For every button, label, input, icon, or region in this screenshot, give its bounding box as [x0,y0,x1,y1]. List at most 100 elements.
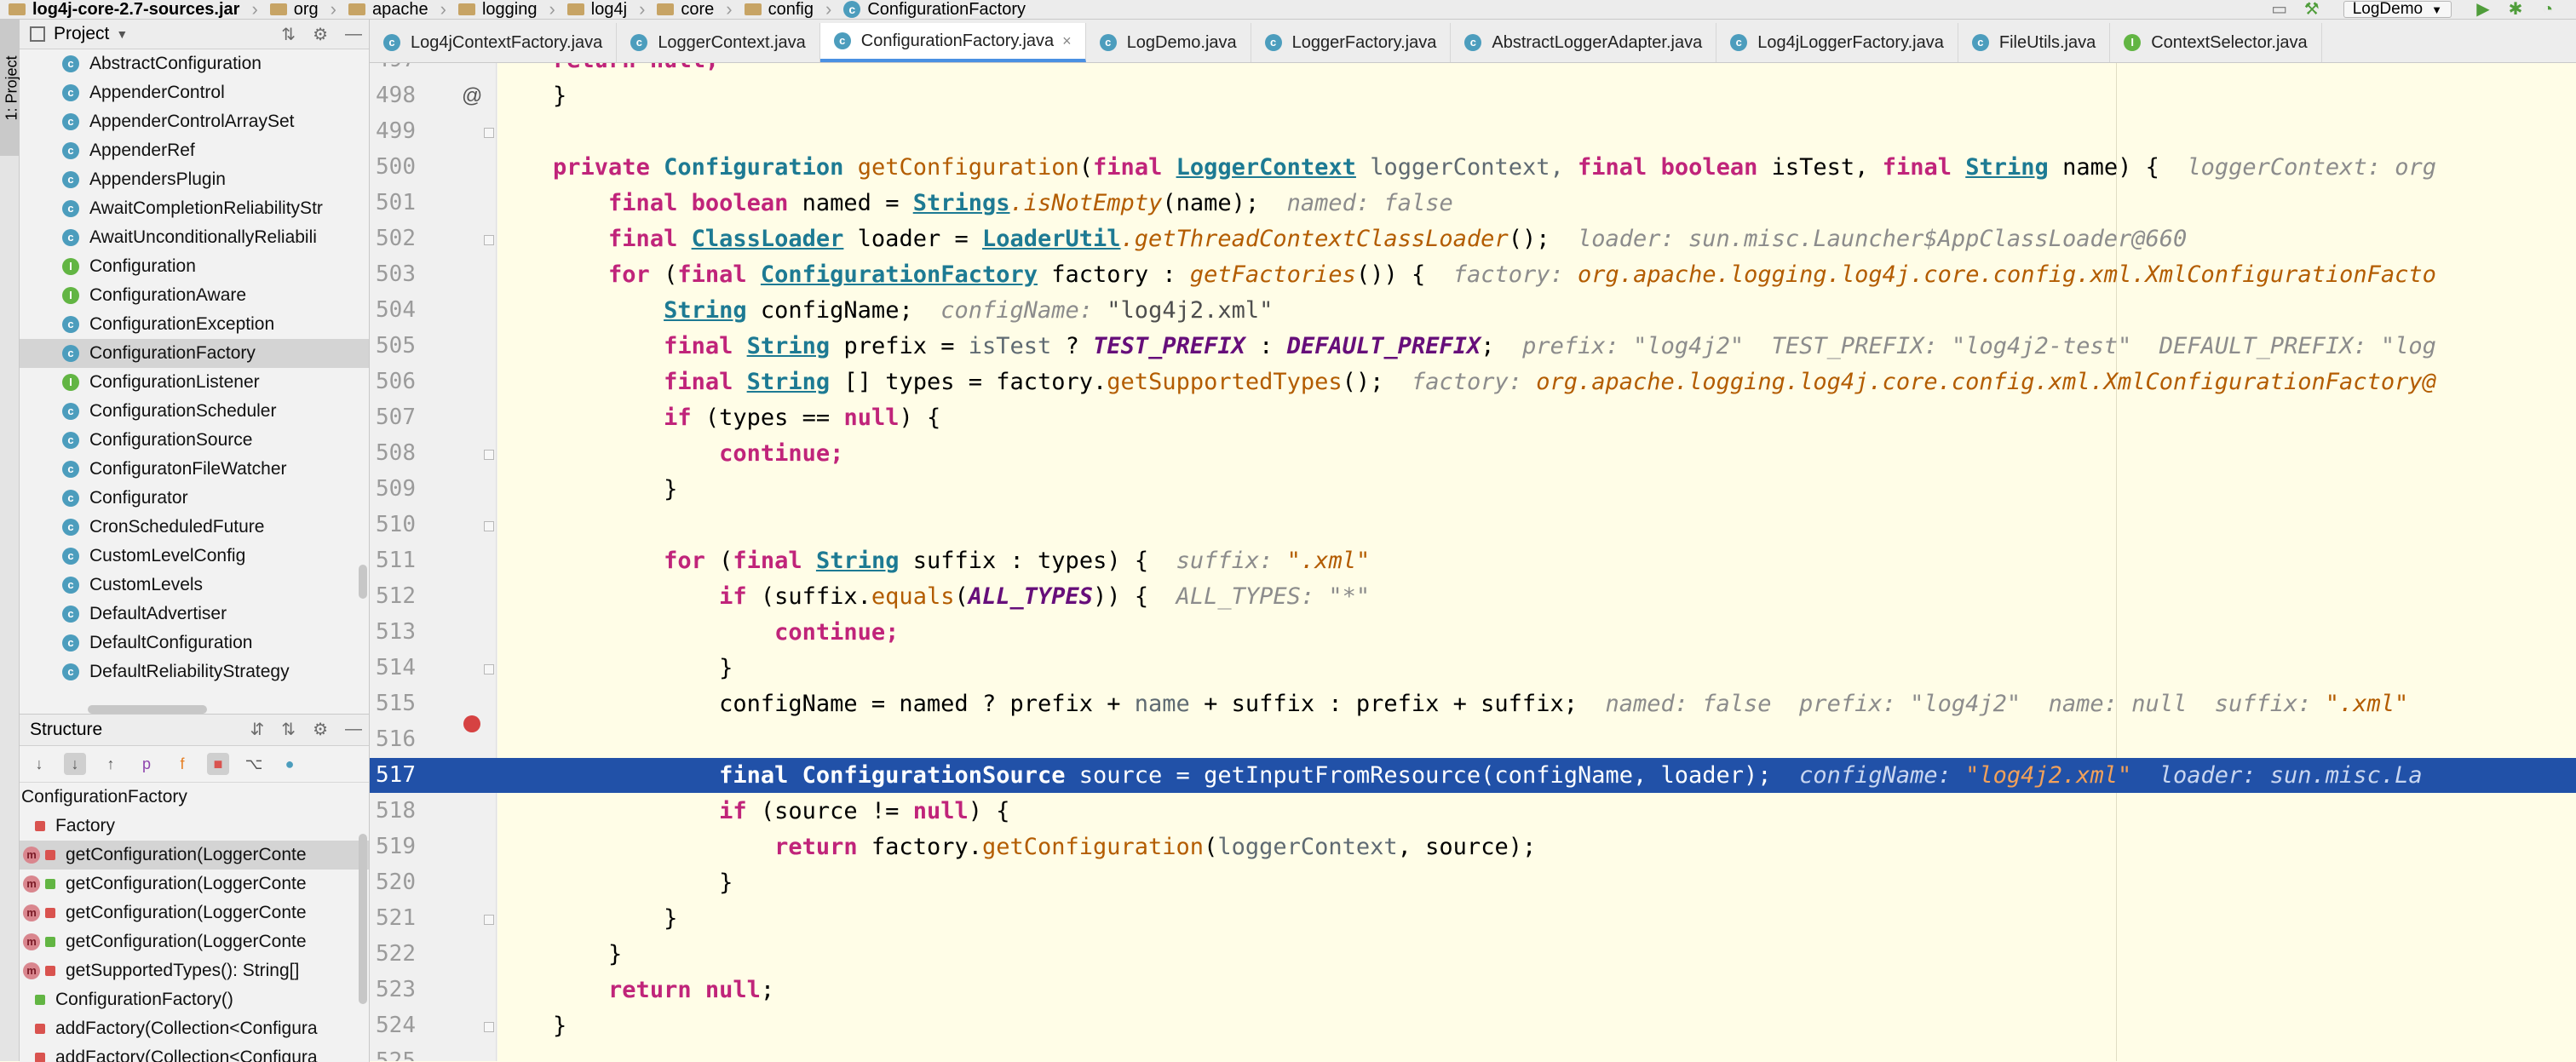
vertical-scrollbar[interactable] [359,834,367,1004]
project-tree-item[interactable]: c CustomLevelConfig [20,542,369,571]
sort-alphabetically-icon[interactable]: ↓ [64,753,86,775]
line-number[interactable]: 515 [370,686,416,721]
project-tree-item[interactable]: I Configuration [20,252,369,281]
project-tree-item[interactable]: c AwaitUnconditionallyReliabili [20,223,369,252]
line-number[interactable]: 505 [370,329,416,364]
code-line[interactable]: 498 } [370,78,2576,113]
show-inherited-icon[interactable]: ↑ [100,753,122,775]
show-non-public-icon[interactable]: ■ [207,753,229,775]
project-tree-item[interactable]: I ConfigurationAware [20,281,369,310]
hide-panel-icon[interactable]: — [345,720,362,739]
line-number[interactable]: 499 [370,114,416,149]
project-tree-item[interactable]: c ConfigurationSource [20,426,369,455]
structure-item[interactable]: addFactory(Collection<Configura [20,1043,369,1062]
tab-contextselector[interactable]: I ContextSelector.java [2110,23,2322,62]
line-number[interactable]: 521 [370,901,416,936]
project-tree-item[interactable]: c DefaultConfiguration [20,629,369,657]
code-line[interactable]: 497 return null; [370,63,2576,77]
vertical-scrollbar[interactable] [359,565,367,599]
code-line[interactable]: 502 final ClassLoader loader = LoaderUti… [370,221,2576,256]
code-line[interactable]: 514 } [370,651,2576,686]
project-tree-item[interactable]: c AppenderControl [20,78,369,107]
breadcrumb-apache[interactable]: apache [340,0,437,19]
project-tree-item[interactable]: c CustomLevels [20,571,369,600]
code-line[interactable]: 506 final String [] types = factory.getS… [370,365,2576,399]
code-line[interactable]: 520 } [370,865,2576,900]
structure-root[interactable]: ConfigurationFactory [20,783,369,812]
gear-icon[interactable]: ⚙ [313,24,328,45]
show-fields-icon[interactable]: f [171,753,193,775]
current-execution-line[interactable]: 517 final ConfigurationSource source = g… [370,758,2576,793]
line-number[interactable]: 512 [370,579,416,614]
code-line[interactable]: 519 return factory.getConfiguration(logg… [370,830,2576,864]
line-number[interactable]: 514 [370,651,416,686]
code-line[interactable]: 512 if (suffix.equals(ALL_TYPES)) { ALL_… [370,579,2576,614]
code-line[interactable]: 501 final boolean named = Strings.isNotE… [370,186,2576,221]
structure-item[interactable]: m getConfiguration(LoggerConte [20,841,369,870]
line-number[interactable]: 503 [370,257,416,292]
line-number[interactable]: 508 [370,436,416,471]
project-tree-item[interactable]: I ConfigurationListener [20,368,369,397]
project-tree-item[interactable]: c ConfigurationScheduler [20,397,369,426]
project-tool-tab[interactable]: 1: Project [0,20,20,156]
project-view-selector[interactable]: Project ▼ [20,24,128,44]
tab-log4jcontextfactory[interactable]: c Log4jContextFactory.java [370,23,618,62]
hide-panel-icon[interactable]: — [345,25,362,44]
line-number[interactable]: 524 [370,1008,416,1043]
structure-item[interactable]: m getConfiguration(LoggerConte [20,927,369,956]
project-tree-item[interactable]: c ConfigurationException [20,310,369,339]
fold-marker-icon[interactable] [484,450,494,460]
debug-icon[interactable]: ✱ [2506,1,2525,18]
tab-logdemo[interactable]: c LogDemo.java [1086,23,1251,62]
code-line[interactable]: 507 if (types == null) { [370,400,2576,435]
breadcrumb-log4j[interactable]: log4j [559,0,635,19]
line-number[interactable]: 500 [370,150,416,185]
line-number[interactable]: 502 [370,221,416,256]
breadcrumb-jar[interactable]: log4j-core-2.7-sources.jar [0,0,248,19]
tab-fileutils[interactable]: c FileUtils.java [1958,23,2111,62]
code-line[interactable]: 500 private Configuration getConfigurati… [370,150,2576,185]
show-anonymous-icon[interactable]: ⌥ [243,753,265,775]
structure-item[interactable]: addFactory(Collection<Configura [20,1014,369,1043]
expand-all-icon[interactable]: ⇵ [250,719,265,740]
code-line[interactable]: 504 String configName; configName: "log4… [370,293,2576,328]
breadcrumb-config[interactable]: config [736,0,822,19]
code-line[interactable]: 525 [370,1044,2576,1061]
code-line[interactable]: 513 continue; [370,615,2576,650]
project-tree-item[interactable]: c AppendersPlugin [20,165,369,194]
code-line[interactable]: 518 if (source != null) { [370,794,2576,829]
structure-item[interactable]: m getConfiguration(LoggerConte [20,898,369,927]
structure-item[interactable]: Factory [20,812,369,841]
line-number[interactable]: 517 [370,758,416,793]
show-lambdas-icon[interactable]: ● [279,753,301,775]
project-tree-item[interactable]: c AbstractConfiguration [20,49,369,78]
build-hammer-icon[interactable]: ⚒ [2303,1,2321,18]
line-number[interactable]: 523 [370,973,416,1007]
code-line[interactable]: 521 } [370,901,2576,936]
show-properties-icon[interactable]: p [135,753,158,775]
code-line[interactable]: 499 [370,114,2576,149]
tab-configurationfactory[interactable]: c ConfigurationFactory.java × [819,23,1086,62]
line-number[interactable]: 525 [370,1044,416,1061]
collapse-all-icon[interactable]: ⇅ [281,719,296,740]
line-number[interactable]: 519 [370,830,416,864]
project-tree-item[interactable]: c DefaultAdvertiser [20,600,369,629]
line-number[interactable]: 513 [370,615,416,650]
close-icon[interactable]: × [1062,32,1072,50]
line-number[interactable]: 497 [370,63,416,77]
line-number[interactable]: 511 [370,543,416,578]
project-tree-item[interactable]: c ConfigurationFactory [20,339,369,368]
tab-abstractloggeradapter[interactable]: c AbstractLoggerAdapter.java [1451,23,1717,62]
project-tree-item[interactable]: c AppenderRef [20,136,369,165]
line-number[interactable]: 522 [370,937,416,972]
code-line[interactable]: 510 [370,508,2576,542]
breadcrumb-class[interactable]: c ConfigurationFactory [835,0,1034,19]
sort-by-visibility-icon[interactable]: ↓ [28,753,50,775]
project-tree-item[interactable]: c Configurator [20,484,369,513]
project-tree-item[interactable]: c AppenderControlArraySet [20,107,369,136]
code-line[interactable]: 503 for (final ConfigurationFactory fact… [370,257,2576,292]
breadcrumb-logging[interactable]: logging [450,0,546,19]
fold-marker-icon[interactable] [484,915,494,925]
structure-item[interactable]: ConfigurationFactory() [20,985,369,1014]
fold-marker-icon[interactable] [484,521,494,531]
